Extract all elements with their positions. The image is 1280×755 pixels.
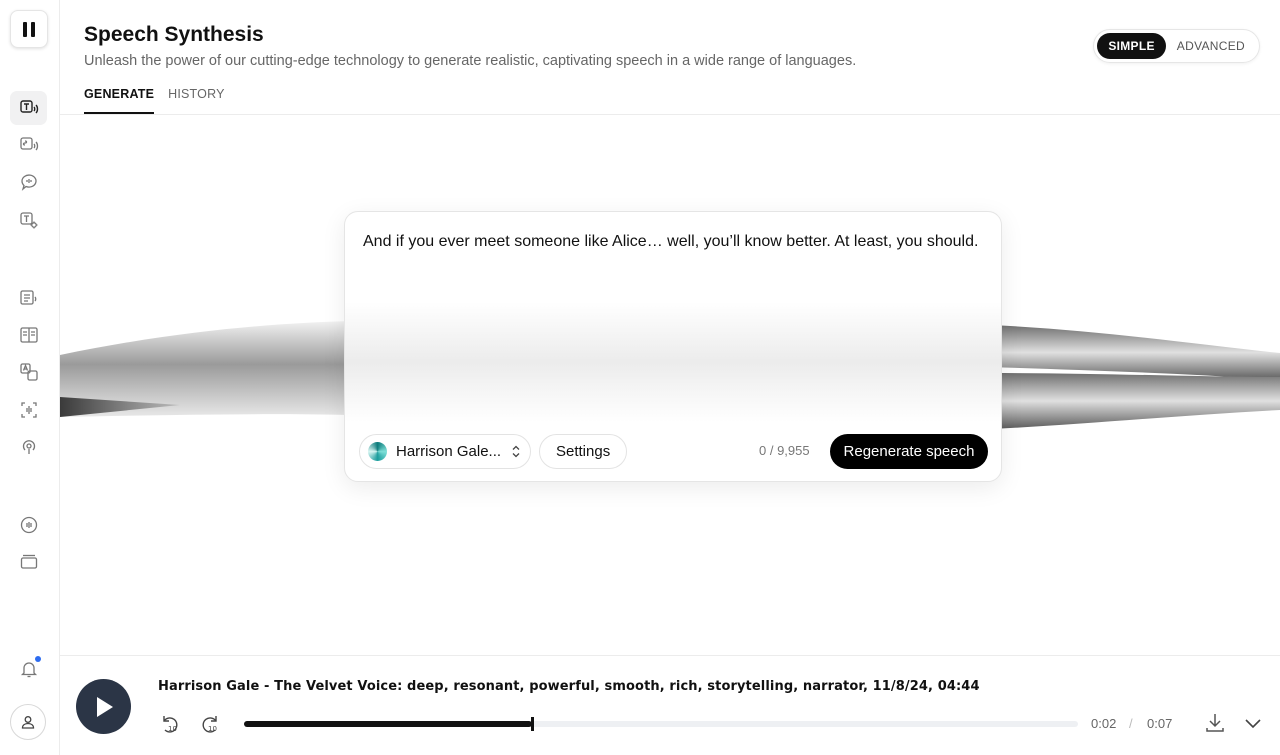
mode-toggle: SIMPLE ADVANCED [1093,29,1260,63]
tab-history[interactable]: HISTORY [168,87,225,114]
library-icon[interactable] [10,545,47,579]
chevron-updown-icon [512,445,520,459]
voice-name: Harrison Gale... [396,443,502,460]
svg-text:10: 10 [208,725,217,733]
user-icon [21,716,35,729]
current-time: 0:02 [1091,716,1117,731]
svg-text:10: 10 [168,725,177,733]
page-header: Speech Synthesis Unleash the power of ou… [60,0,1280,115]
text-editor-card: And if you ever meet someone like Alice…… [344,211,1002,482]
projects-icon[interactable] [10,281,47,315]
app: Speech Synthesis Unleash the power of ou… [0,0,1280,755]
layout-icon[interactable] [10,318,47,352]
audio-player: Harrison Gale - The Velvet Voice: deep, … [60,655,1280,755]
speech-to-speech-icon[interactable] [10,128,47,162]
logo-icon[interactable] [10,10,48,48]
mode-advanced-button[interactable]: ADVANCED [1166,33,1256,59]
forward-10-icon[interactable]: 10 [199,713,221,735]
progress-fill [244,721,532,727]
voice-selector[interactable]: Harrison Gale... [359,434,531,469]
regenerate-speech-button[interactable]: Regenerate speech [830,434,988,469]
text-input[interactable]: And if you ever meet someone like Alice…… [363,230,983,253]
voice-settings-icon[interactable] [10,203,47,237]
voice-avatar [368,442,387,461]
rewind-10-icon[interactable]: 10 [159,713,181,735]
progress-handle[interactable] [530,717,534,731]
download-icon[interactable] [1203,711,1227,735]
time-separator: / [1129,716,1133,731]
tab-generate[interactable]: GENERATE [84,87,155,114]
chevron-down-icon[interactable] [1242,713,1264,733]
page-subtitle: Unleash the power of our cutting-edge te… [84,53,857,69]
notifications-icon[interactable] [10,652,47,686]
tab-bar: GENERATE HISTORY [84,87,225,114]
track-title: Harrison Gale - The Velvet Voice: deep, … [158,679,980,694]
mode-simple-button[interactable]: SIMPLE [1097,33,1166,59]
voice-library-icon[interactable] [10,508,47,542]
settings-button[interactable]: Settings [539,434,628,469]
play-icon [96,696,113,717]
sidebar [0,0,60,755]
podcast-icon[interactable] [10,430,47,464]
progress-bar[interactable] [244,717,1078,731]
total-time: 0:07 [1147,716,1173,731]
character-count: 0 / 9,955 [759,443,810,458]
translate-icon[interactable] [10,355,47,389]
main-content: And if you ever meet someone like Alice…… [60,115,1280,655]
text-to-speech-icon[interactable] [10,91,47,125]
voice-chat-icon[interactable] [10,165,47,199]
voice-isolator-icon[interactable] [10,393,47,427]
page-title: Speech Synthesis [84,23,264,46]
user-avatar[interactable] [10,704,46,740]
notification-badge [35,656,41,662]
play-button[interactable] [76,679,131,734]
